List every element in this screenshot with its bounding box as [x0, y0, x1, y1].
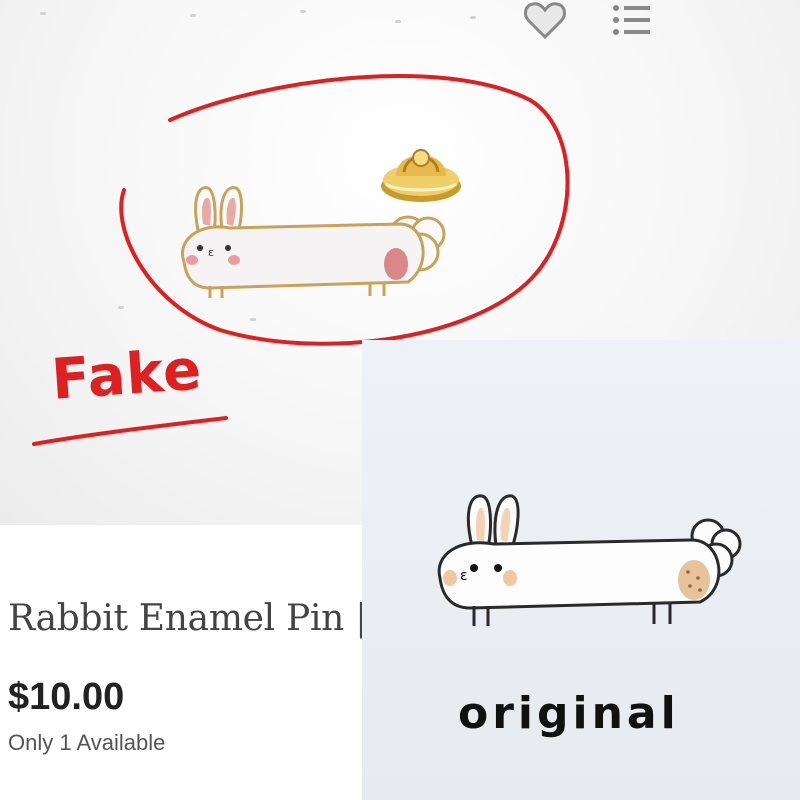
heart-icon[interactable]	[522, 0, 568, 42]
fake-underline	[32, 416, 228, 446]
original-rabbit-pin: ε	[437, 494, 742, 626]
list-icon[interactable]	[610, 2, 654, 38]
svg-text:ε: ε	[460, 568, 468, 584]
availability-text: Only 1 Available	[8, 730, 166, 755]
original-label: original	[458, 688, 680, 739]
fake-rabbit-pin: ε	[181, 186, 446, 298]
listing-title[interactable]: Rabbit Enamel Pin | F	[8, 598, 363, 644]
comparison-image: ε Fake Rabbit Enamel Pin | F $10.00 Only…	[0, 0, 800, 800]
listing-price: $10.00	[8, 676, 125, 718]
svg-text:ε: ε	[208, 246, 214, 259]
